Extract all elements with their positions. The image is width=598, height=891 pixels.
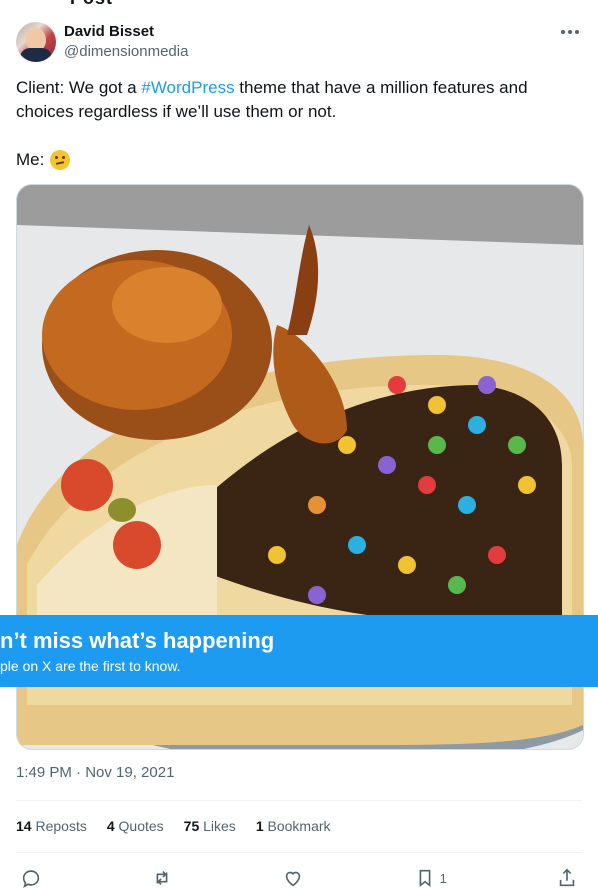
likes-stat[interactable]: 75 Likes <box>184 818 236 834</box>
author-handle[interactable]: @dimensionmedia <box>64 42 188 62</box>
share-button[interactable] <box>556 867 578 889</box>
tweet-text: Client: We got a #WordPress theme that h… <box>16 76 550 124</box>
reply-button[interactable] <box>20 867 42 889</box>
reposts-count: 14 <box>16 818 32 834</box>
share-icon <box>559 868 575 887</box>
thinking-face-icon <box>50 150 71 170</box>
likes-count: 75 <box>183 818 200 834</box>
repost-button[interactable] <box>151 867 173 889</box>
signup-banner[interactable]: n’t miss what’s happening ple on X are t… <box>0 615 598 687</box>
repost-icon <box>156 870 168 886</box>
bookmark-count: 1 <box>439 870 447 886</box>
reposts-label: Reposts <box>35 818 87 834</box>
quotes-count: 4 <box>106 818 115 834</box>
tweet-text-start: Client: We got a <box>16 78 142 97</box>
author-names: David Bisset @dimensionmedia <box>64 22 188 62</box>
banner-subtitle: ple on X are the first to know. <box>0 658 181 674</box>
more-icon-dot <box>568 30 572 34</box>
quotes-label: Quotes <box>118 818 164 834</box>
reply-icon <box>22 870 40 888</box>
hashtag-link[interactable]: #WordPress <box>141 78 234 97</box>
divider <box>16 800 582 801</box>
heart-icon <box>286 871 301 887</box>
banner-title: n’t miss what’s happening <box>0 628 275 653</box>
tweet-actions: 1 <box>20 866 578 890</box>
likes-label: Likes <box>203 818 236 834</box>
tweet-stats: 14 Reposts 4 Quotes 75 Likes 1 Bookmark <box>16 818 582 834</box>
quotes-stat[interactable]: 4 Quotes <box>107 818 164 834</box>
page-title-fragment: Post <box>70 0 113 9</box>
more-icon <box>561 30 565 34</box>
divider <box>16 852 582 853</box>
more-icon-dot <box>575 30 579 34</box>
bookmark-button[interactable]: 1 <box>414 867 447 889</box>
tweet-author: David Bisset @dimensionmedia <box>16 22 582 66</box>
tweet-me-line: Me: <box>16 148 71 172</box>
tweet-timestamp[interactable]: 1:49 PM · Nov 19, 2021 <box>16 764 174 781</box>
like-button[interactable] <box>282 867 304 889</box>
more-options-button[interactable] <box>558 22 582 42</box>
me-label: Me: <box>16 150 45 169</box>
bookmarks-stat[interactable]: 1 Bookmark <box>256 818 331 834</box>
author-display-name[interactable]: David Bisset <box>64 22 188 42</box>
bookmarks-count: 1 <box>255 818 264 834</box>
avatar[interactable] <box>16 22 56 62</box>
reposts-stat[interactable]: 14 Reposts <box>16 818 87 834</box>
bookmark-icon <box>419 869 430 888</box>
bookmarks-label: Bookmark <box>267 818 331 834</box>
